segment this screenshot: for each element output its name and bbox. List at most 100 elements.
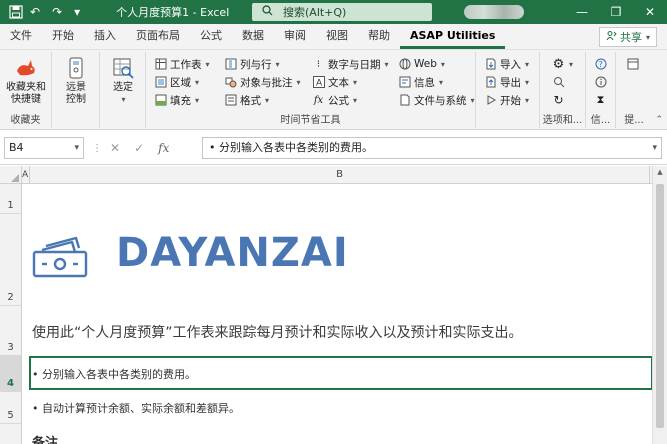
save-icon[interactable] <box>8 4 24 20</box>
remote-icon <box>64 56 88 80</box>
row-header-3[interactable]: 3 <box>0 306 22 356</box>
columns-rows-menu[interactable]: 列与行 ▾ <box>224 56 280 72</box>
timer-button[interactable]: ⧗ <box>594 92 607 108</box>
info-label: 信息 <box>414 76 435 89</box>
columns-rows-icon <box>224 58 237 71</box>
chevron-down-icon: ▾ <box>439 77 444 87</box>
tab-view[interactable]: 视图 <box>316 25 358 49</box>
objects-comments-label: 对象与批注 <box>240 76 293 89</box>
title-bar: ↶ ↷ ▾ 个人月度预算1 - Excel 搜索(Alt+Q) — ❐ ✕ <box>0 0 667 24</box>
close-button[interactable]: ✕ <box>633 0 667 24</box>
collapse-ribbon-icon[interactable]: ⌃ <box>655 115 663 125</box>
name-box[interactable]: B4 ▾ <box>4 137 84 159</box>
svg-text:A: A <box>316 79 323 89</box>
account-avatar[interactable] <box>464 5 524 19</box>
tab-review[interactable]: 审阅 <box>274 25 316 49</box>
worksheet-menu[interactable]: 工作表 ▾ <box>154 56 210 72</box>
minimize-button[interactable]: — <box>565 0 599 24</box>
row-number: 4 <box>7 378 14 389</box>
tab-insert[interactable]: 插入 <box>84 25 126 49</box>
undo-button[interactable]: ↶ <box>24 0 46 24</box>
export-menu[interactable]: 导出 ▾ <box>484 74 529 90</box>
enter-icon[interactable]: ✓ <box>134 141 144 155</box>
tips-button[interactable] <box>626 56 639 72</box>
tab-file[interactable]: 文件 <box>0 25 42 49</box>
scroll-up-icon[interactable]: ▲ <box>653 168 667 180</box>
worksheet-grid[interactable]: DAYANZAI 使用此“个人月度预算”工作表来跟踪每月预计和实际收入以及预计和… <box>22 184 653 444</box>
quick-access-more-button[interactable]: ▾ <box>68 0 86 24</box>
scrollbar-thumb[interactable] <box>656 184 664 428</box>
range-menu[interactable]: 区域 ▾ <box>154 74 199 90</box>
import-icon <box>484 58 497 71</box>
time-saving-group-label: 时间节省工具 <box>280 115 341 126</box>
export-icon <box>484 76 497 89</box>
tab-data[interactable]: 数据 <box>232 25 274 49</box>
options-group-label: 选项和... <box>542 115 583 126</box>
column-header-b[interactable]: B <box>30 166 650 184</box>
row-header-6[interactable] <box>0 424 22 444</box>
file-icon <box>398 94 411 107</box>
find-button[interactable] <box>552 74 565 90</box>
search-icon <box>262 5 273 19</box>
chevron-down-icon: ▾ <box>275 59 280 69</box>
row-header-2[interactable]: 2 <box>0 214 22 306</box>
select-cells-icon <box>111 56 135 80</box>
worksheet-icon <box>154 58 167 71</box>
help-button[interactable]: ? <box>594 56 607 72</box>
share-button[interactable]: 共享 ▾ <box>598 27 657 47</box>
file-system-menu[interactable]: 文件与系统 ▾ <box>398 92 475 108</box>
formulas-menu[interactable]: fx 公式 ▾ <box>312 92 357 108</box>
fill-menu[interactable]: 填充 ▾ <box>154 92 199 108</box>
formula-value: • 分别输入各表中各类别的费用。 <box>209 141 373 154</box>
import-menu[interactable]: 导入 ▾ <box>484 56 529 72</box>
formula-input[interactable]: • 分别输入各表中各类别的费用。 ▾ <box>202 137 662 159</box>
import-label: 导入 <box>500 58 521 71</box>
column-header-a[interactable]: A <box>22 166 30 184</box>
remote-control-button[interactable]: 远景 控制 <box>58 56 94 106</box>
ribbon-tabs: 文件 开始 插入 页面布局 公式 数据 审阅 视图 帮助 ASAP Utilit… <box>0 24 667 50</box>
info-group-label: 信... <box>590 115 611 126</box>
remote-label-2: 控制 <box>66 94 86 105</box>
chevron-down-icon: ▾ <box>353 77 358 87</box>
tab-formulas[interactable]: 公式 <box>190 25 232 49</box>
web-menu[interactable]: Web ▾ <box>398 56 445 72</box>
numbers-dates-menu[interactable]: ⁝ 数字与日期 ▾ <box>312 56 389 72</box>
text-menu[interactable]: A 文本 ▾ <box>312 74 357 90</box>
chevron-down-icon[interactable]: ▾ <box>74 138 79 158</box>
fill-label: 填充 <box>170 94 191 107</box>
function-icon: fx <box>313 94 324 106</box>
vertical-scrollbar[interactable]: ▲ <box>652 166 667 444</box>
redo-button[interactable]: ↷ <box>46 0 68 24</box>
favorites-shortcuts-button[interactable]: 收藏夹和 快捷键 <box>4 56 48 106</box>
money-icon <box>32 236 90 278</box>
question-icon: ? <box>594 58 607 71</box>
restore-button[interactable]: ❐ <box>599 0 633 24</box>
info-menu[interactable]: 信息 ▾ <box>398 74 443 90</box>
format-icon <box>224 94 237 107</box>
format-menu[interactable]: 格式 ▾ <box>224 92 269 108</box>
chevron-down-icon: ▾ <box>195 95 200 105</box>
start-menu[interactable]: 开始 ▾ <box>484 92 529 108</box>
select-button[interactable]: 选定 ▾ <box>106 56 140 106</box>
row-header-4[interactable]: 4 <box>0 356 22 392</box>
chevron-down-icon[interactable]: ▾ <box>652 138 657 158</box>
about-button[interactable] <box>594 74 607 90</box>
tab-asap-utilities[interactable]: ASAP Utilities <box>400 25 506 49</box>
formula-bar-separator-icon: ⋮ <box>92 143 102 154</box>
insert-function-icon[interactable]: fx <box>158 141 169 155</box>
row-header-5[interactable]: 5 <box>0 392 22 424</box>
objects-comments-menu[interactable]: 对象与批注 ▾ <box>224 74 301 90</box>
tab-page-layout[interactable]: 页面布局 <box>126 25 190 49</box>
chevron-down-icon: ▾ <box>384 59 389 69</box>
tab-home[interactable]: 开始 <box>42 25 84 49</box>
select-label: 选定 <box>113 82 133 93</box>
tab-help[interactable]: 帮助 <box>358 25 400 49</box>
row-header-1[interactable]: 1 <box>0 184 22 214</box>
range-icon <box>154 76 167 89</box>
select-all-button[interactable] <box>0 166 22 184</box>
refresh-button[interactable]: ↻ <box>552 92 565 108</box>
settings-menu[interactable]: ⚙ ▾ <box>552 56 573 72</box>
cancel-icon[interactable]: ✕ <box>110 141 120 155</box>
search-icon <box>552 76 565 89</box>
search-box[interactable]: 搜索(Alt+Q) <box>252 3 432 21</box>
